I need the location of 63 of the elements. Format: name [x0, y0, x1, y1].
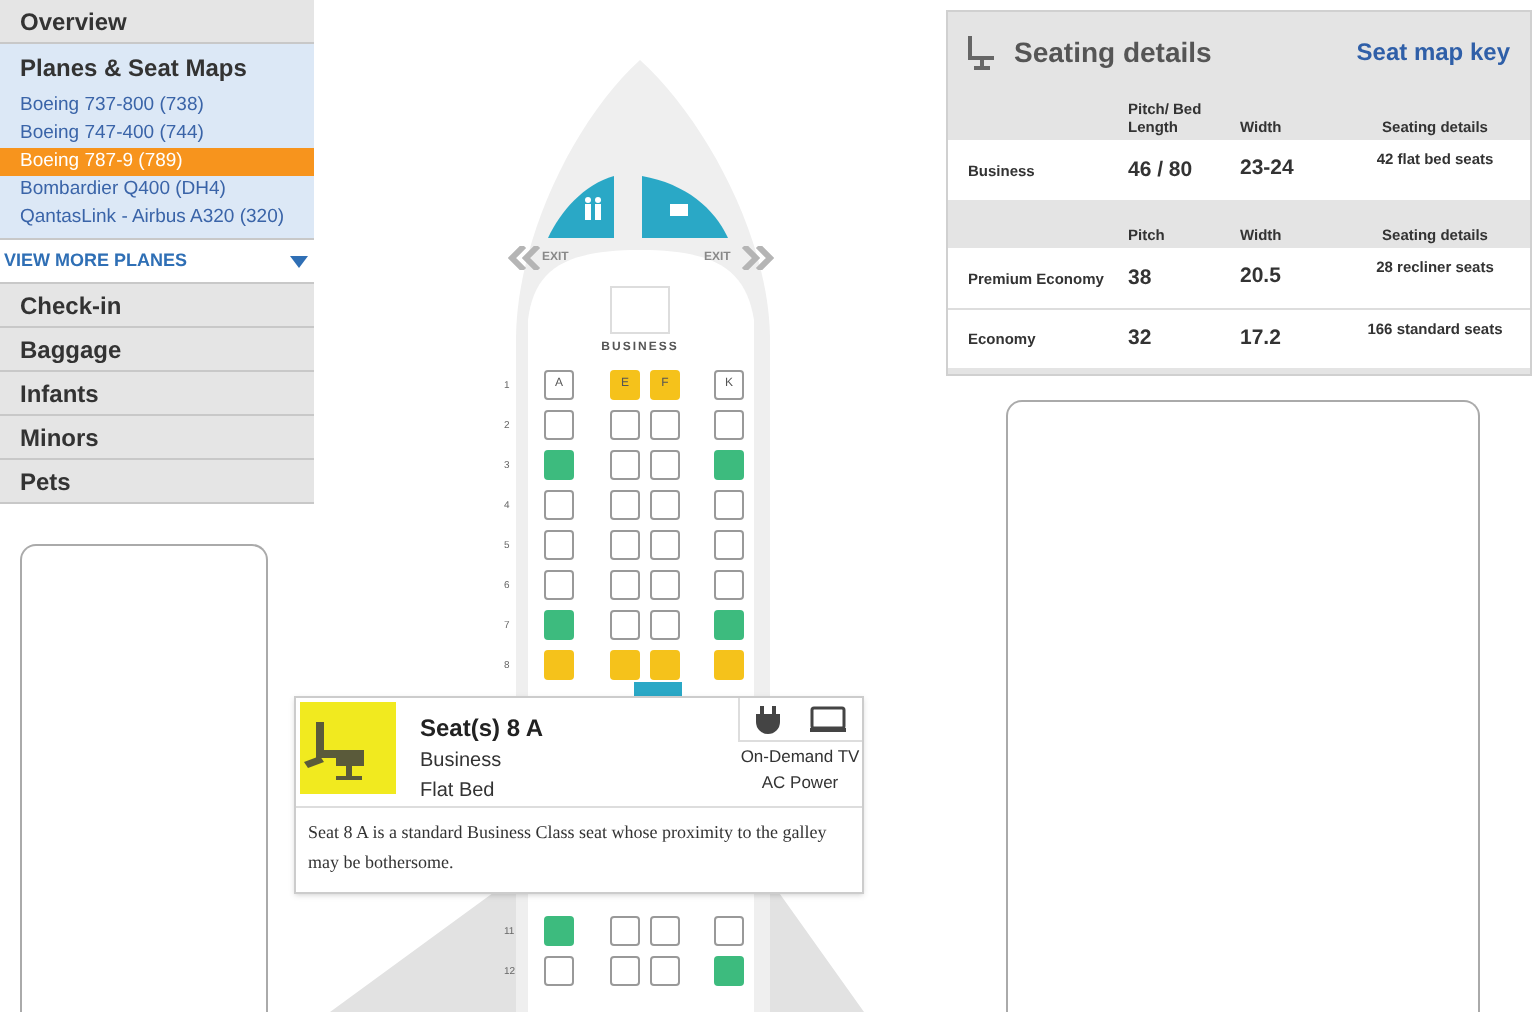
plane-link[interactable]: Boeing 747-400 (744) — [0, 120, 314, 148]
seat[interactable] — [650, 490, 680, 520]
plug-icon — [755, 705, 780, 733]
sidebar-item[interactable]: Planes & Seat Maps — [0, 44, 314, 92]
sidebar-item[interactable]: Overview — [0, 0, 314, 44]
table-cell-text: 23-24 — [1240, 154, 1296, 185]
seat[interactable] — [714, 916, 744, 946]
caret-icon[interactable] — [290, 255, 308, 267]
plane-link[interactable]: Boeing 737-800 (738) — [0, 92, 314, 120]
seat[interactable] — [544, 410, 574, 440]
seat[interactable] — [610, 490, 640, 520]
seat-map-key-link[interactable]: Seat map key — [1356, 34, 1510, 70]
sidebar-item[interactable]: Baggage — [0, 328, 314, 372]
panel-title: Seating details — [1014, 33, 1212, 72]
plane-link[interactable]: Bombardier Q400 (DH4) — [0, 176, 314, 204]
seat[interactable] — [610, 956, 640, 986]
table-cell-text: 17.2 — [1240, 323, 1283, 354]
seat-icon — [968, 35, 994, 69]
amenity-label: AC Power — [761, 770, 839, 794]
seat[interactable] — [714, 410, 744, 440]
seat[interactable] — [650, 916, 680, 946]
seat[interactable] — [650, 530, 680, 560]
table-cell-text: 46 / 80 — [1128, 157, 1195, 183]
seat-type: Flat Bed — [420, 778, 497, 806]
tv-icon — [810, 706, 847, 732]
sidebar-item[interactable]: Check-in — [0, 284, 314, 328]
seat-description: Seat 8 A is a standard Business Class seat whose proximity to the galley may be bothersome. — [306, 820, 829, 876]
table-cell-text: 20.5 — [1240, 262, 1283, 293]
seat[interactable] — [610, 530, 640, 560]
seat[interactable] — [714, 530, 744, 560]
galley-area — [634, 682, 682, 696]
seat[interactable] — [610, 916, 640, 946]
table-cell-text: 32 — [1128, 326, 1154, 352]
seat[interactable] — [650, 570, 680, 600]
seat[interactable] — [650, 610, 680, 640]
seat[interactable] — [544, 490, 574, 520]
seat[interactable] — [544, 956, 574, 986]
sidebar-item[interactable]: Infants — [0, 372, 314, 416]
sidebar-item[interactable]: Pets — [0, 460, 314, 504]
seat[interactable] — [610, 450, 640, 480]
sidebar-item[interactable]: Minors — [0, 416, 314, 460]
seat[interactable] — [650, 410, 680, 440]
plane-link[interactable]: QantasLink - Airbus A320 (320) — [0, 204, 314, 232]
seat[interactable] — [714, 570, 744, 600]
restroom-area — [548, 176, 614, 238]
cabin-class: Business — [420, 748, 504, 776]
seat[interactable] — [610, 570, 640, 600]
closet — [610, 286, 670, 334]
seat[interactable] — [544, 530, 574, 560]
table-cell-text: 38 — [1128, 265, 1154, 291]
seat-title: Seat(s) 8 A — [420, 712, 546, 746]
amenity-label: On-Demand TV — [740, 744, 860, 768]
seat[interactable] — [544, 570, 574, 600]
view-more-link[interactable]: VIEW MORE PLANES — [0, 247, 188, 275]
seat[interactable] — [610, 410, 640, 440]
galley-area — [642, 176, 728, 238]
seat[interactable] — [650, 956, 680, 986]
seat[interactable] — [714, 490, 744, 520]
exit-arrow-icon — [508, 246, 544, 270]
seat[interactable] — [610, 610, 640, 640]
exit-arrow-icon — [738, 246, 774, 270]
flat-bed-seat-icon — [300, 702, 396, 794]
seat[interactable] — [650, 450, 680, 480]
